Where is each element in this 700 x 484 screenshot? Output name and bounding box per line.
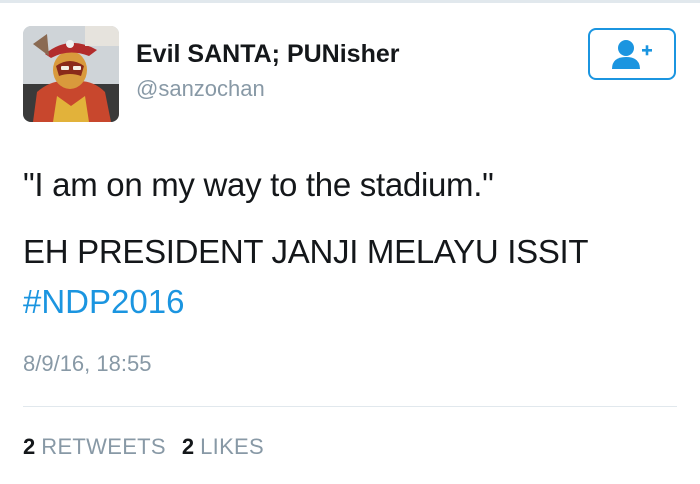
display-name[interactable]: Evil SANTA; PUNisher <box>136 40 399 69</box>
add-user-icon <box>612 40 652 69</box>
top-border <box>0 0 700 3</box>
follow-button[interactable] <box>588 28 676 80</box>
retweets-stat[interactable]: 2 RETWEETS <box>23 434 166 460</box>
avatar-image <box>23 26 119 122</box>
tweet-text-line-2: EH PRESIDENT JANJI MELAYU ISSIT <box>23 233 589 270</box>
retweets-label: RETWEETS <box>41 434 166 459</box>
username[interactable]: @sanzochan <box>136 76 265 102</box>
avatar[interactable] <box>23 26 119 122</box>
tweet-text-line-1: "I am on my way to the stadium." <box>23 166 494 203</box>
likes-stat[interactable]: 2 LIKES <box>182 434 264 460</box>
likes-count: 2 <box>181 434 195 459</box>
divider <box>23 406 677 407</box>
tweet-stats: 2 RETWEETS 2 LIKES <box>23 434 280 460</box>
retweets-count: 2 <box>23 434 36 459</box>
timestamp[interactable]: 8/9/16, 18:55 <box>23 351 151 377</box>
likes-label: LIKES <box>200 434 264 459</box>
hashtag-link[interactable]: #NDP2016 <box>23 283 184 321</box>
